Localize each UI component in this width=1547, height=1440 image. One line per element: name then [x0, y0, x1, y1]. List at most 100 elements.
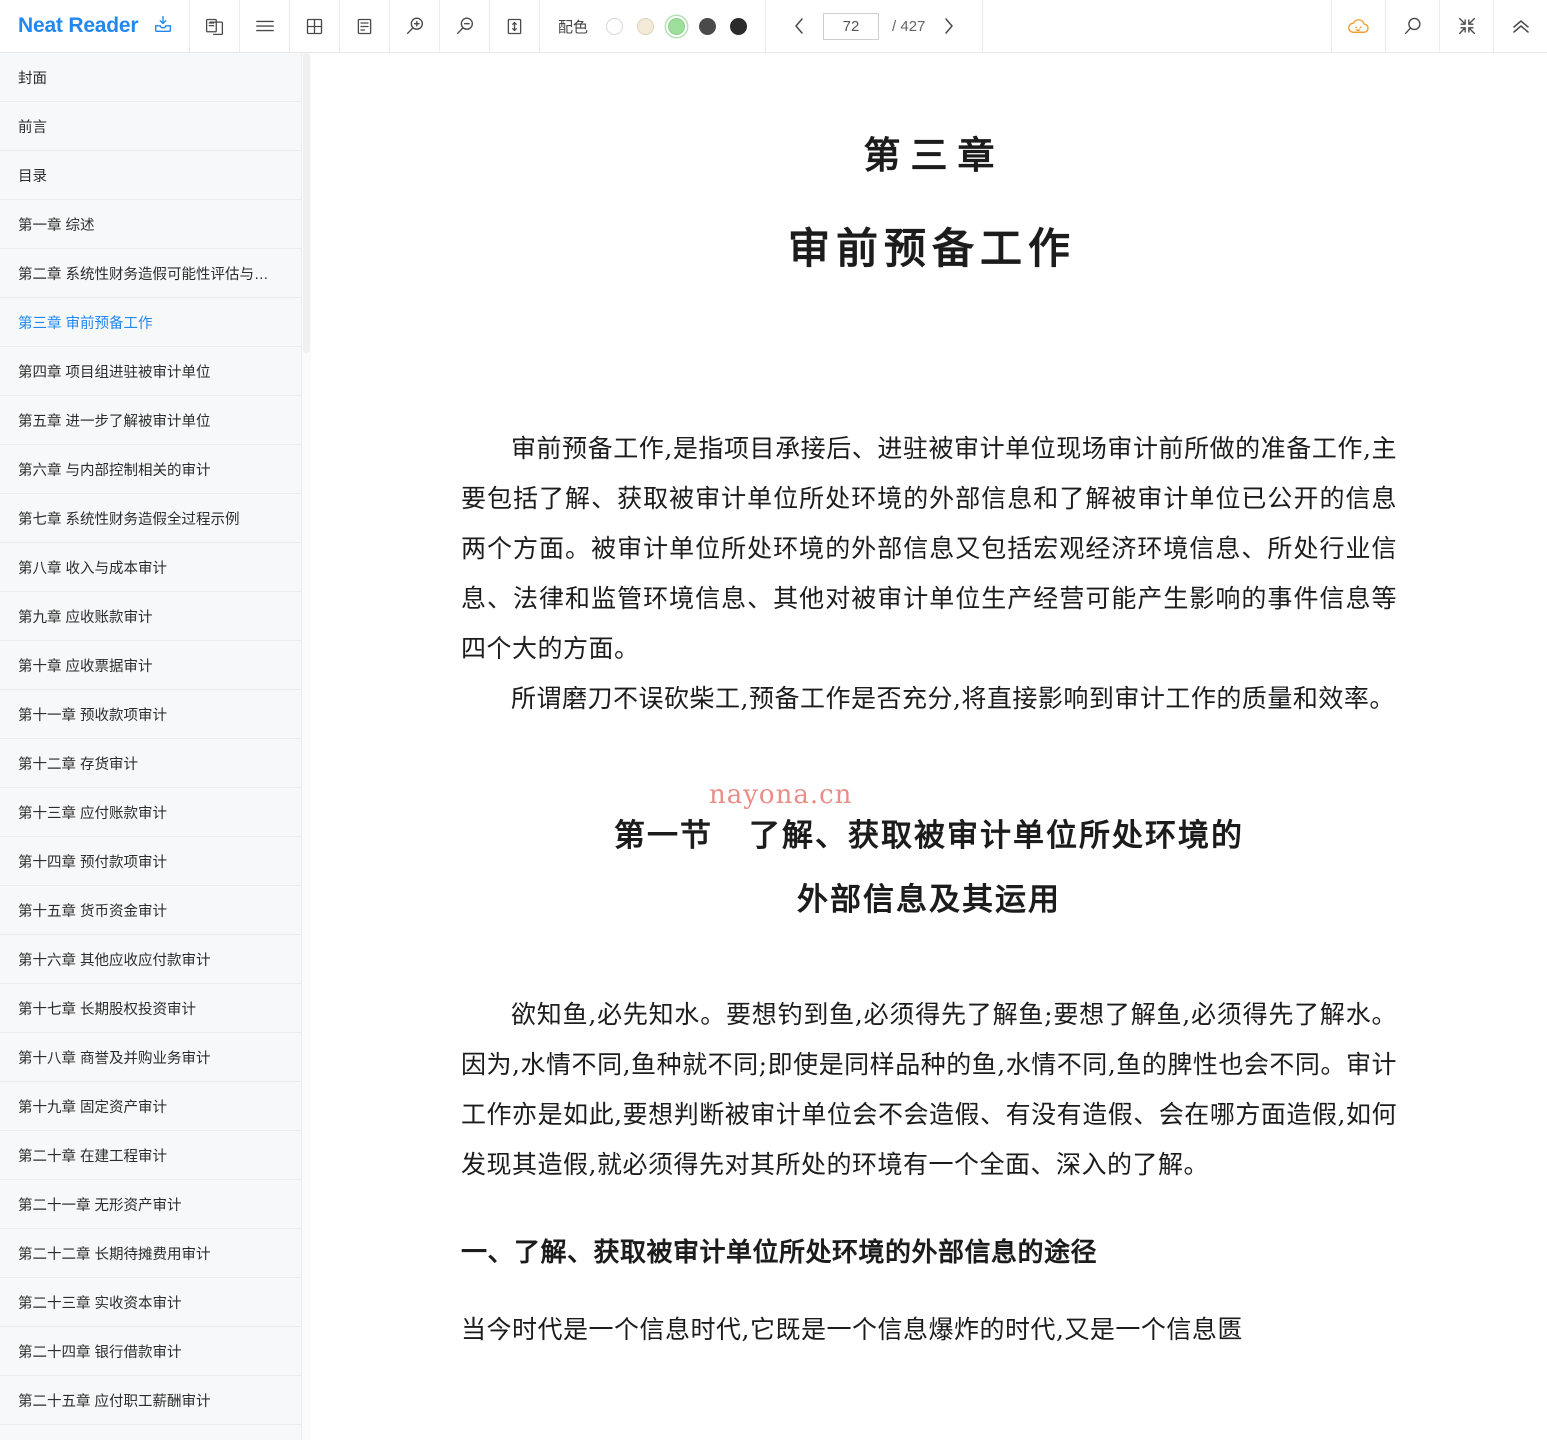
toc-list: 封面 前言 目录 第一章 综述 第二章 系统性财务造假可能性评估与… 第三章 审… — [0, 53, 301, 1425]
toc-label: 目录 — [18, 168, 47, 185]
toc-item-27[interactable]: 第二十五章 应付职工薪酬审计 — [0, 1376, 301, 1425]
page-navigation: / 427 — [766, 0, 984, 52]
toc-item-6[interactable]: 第四章 项目组进驻被审计单位 — [0, 347, 301, 396]
top-toolbar: Neat Reader 配色 72 / 427 — [0, 0, 1547, 53]
toolbar-right-group — [1331, 0, 1547, 52]
section-number: 第一节 — [614, 818, 713, 854]
toc-label: 第二十五章 应付职工薪酬审计 — [18, 1393, 211, 1410]
toc-label: 第三章 审前预备工作 — [18, 315, 153, 332]
toc-label: 第六章 与内部控制相关的审计 — [18, 462, 211, 479]
paragraph-3: 欲知鱼,必先知水。要想钓到鱼,必须得先了解鱼;要想了解鱼,必须得先了解水。因为,… — [461, 1000, 1397, 1179]
toc-label: 第五章 进一步了解被审计单位 — [18, 413, 211, 430]
section-title-line2: 外部信息及其运用 — [797, 882, 1061, 918]
toc-item-19[interactable]: 第十七章 长期股权投资审计 — [0, 984, 301, 1033]
toc-item-4[interactable]: 第二章 系统性财务造假可能性评估与… — [0, 249, 301, 298]
next-page-button[interactable] — [938, 13, 960, 39]
zoom-in-icon[interactable] — [390, 0, 440, 52]
sidebar-scrollbar-thumb[interactable] — [303, 53, 310, 353]
toc-item-23[interactable]: 第二十一章 无形资产审计 — [0, 1180, 301, 1229]
toc-label: 第二章 系统性财务造假可能性评估与… — [18, 266, 269, 283]
toc-sidebar[interactable]: 封面 前言 目录 第一章 综述 第二章 系统性财务造假可能性评估与… 第三章 审… — [0, 53, 302, 1440]
toc-label: 封面 — [18, 70, 47, 87]
toc-item-22[interactable]: 第二十章 在建工程审计 — [0, 1131, 301, 1180]
toc-item-16[interactable]: 第十四章 预付款项审计 — [0, 837, 301, 886]
search-icon[interactable] — [1385, 0, 1439, 52]
color-swatch-white[interactable] — [606, 17, 624, 35]
toc-item-20[interactable]: 第十八章 商誉及并购业务审计 — [0, 1033, 301, 1082]
toc-item-3[interactable]: 第一章 综述 — [0, 200, 301, 249]
toc-item-17[interactable]: 第十五章 货币资金审计 — [0, 886, 301, 935]
book-page: 第三章 审前预备工作 审前预备工作,是指项目承接后、进驻被审计单位现场审计前所做… — [311, 125, 1547, 1355]
toc-item-13[interactable]: 第十一章 预收款项审计 — [0, 690, 301, 739]
chapter-title: 审前预备工作 — [787, 224, 1076, 273]
toc-item-8[interactable]: 第六章 与内部控制相关的审计 — [0, 445, 301, 494]
color-scheme-selector: 配色 — [540, 0, 767, 52]
toc-label: 第十章 应收票据审计 — [18, 658, 153, 675]
toc-item-15[interactable]: 第十三章 应付账款审计 — [0, 788, 301, 837]
chapter-number: 第三章 — [863, 133, 1005, 177]
toc-label: 第十二章 存货审计 — [18, 756, 139, 773]
subsection-title: 一、了解、获取被审计单位所处环境的外部信息的途径 — [461, 1238, 1098, 1268]
sidebar-scrollbar[interactable] — [302, 53, 311, 1440]
paragraph-4: 当今时代是一个信息时代,它既是一个信息爆炸的时代,又是一个信息匮 — [461, 1315, 1243, 1344]
color-swatch-black[interactable] — [730, 17, 748, 35]
color-swatch-dark-gray[interactable] — [699, 17, 717, 35]
text-layout-icon[interactable] — [340, 0, 390, 52]
color-swatch-green[interactable] — [668, 17, 686, 35]
toc-label: 第二十三章 实收资本审计 — [18, 1295, 182, 1312]
grid-view-icon[interactable] — [290, 0, 340, 52]
reader-content-area[interactable]: 第三章 审前预备工作 审前预备工作,是指项目承接后、进驻被审计单位现场审计前所做… — [311, 53, 1547, 1440]
hamburger-menu-icon[interactable] — [240, 0, 290, 52]
toc-label: 第四章 项目组进驻被审计单位 — [18, 364, 211, 381]
download-inbox-icon[interactable] — [152, 13, 174, 40]
page-total-label: / 427 — [892, 17, 926, 35]
toc-label: 前言 — [18, 119, 47, 136]
toc-label: 第七章 系统性财务造假全过程示例 — [18, 511, 240, 528]
color-scheme-label: 配色 — [558, 18, 589, 36]
toc-item-1[interactable]: 前言 — [0, 102, 301, 151]
toc-label: 第二十二章 长期待摊费用审计 — [18, 1246, 211, 1263]
toc-label: 第八章 收入与成本审计 — [18, 560, 168, 577]
section-title: 第一节 了解、获取被审计单位所处环境的 外部信息及其运用 — [461, 804, 1397, 932]
toc-label: 第十六章 其他应收应付款审计 — [18, 952, 211, 969]
toc-item-7[interactable]: 第五章 进一步了解被审计单位 — [0, 396, 301, 445]
toc-item-24[interactable]: 第二十二章 长期待摊费用审计 — [0, 1229, 301, 1278]
app-title: Neat Reader — [18, 14, 139, 37]
toc-item-5-active[interactable]: 第三章 审前预备工作 — [0, 298, 301, 347]
paragraph-1: 审前预备工作,是指项目承接后、进驻被审计单位现场审计前所做的准备工作,主要包括了… — [461, 434, 1397, 663]
toc-label: 第十八章 商誉及并购业务审计 — [18, 1050, 211, 1067]
toc-item-21[interactable]: 第十九章 固定资产审计 — [0, 1082, 301, 1131]
toc-item-2[interactable]: 目录 — [0, 151, 301, 200]
toc-label: 第二十章 在建工程审计 — [18, 1148, 168, 1165]
toc-item-26[interactable]: 第二十四章 银行借款审计 — [0, 1327, 301, 1376]
line-height-icon[interactable] — [490, 0, 540, 52]
zoom-out-icon[interactable] — [440, 0, 490, 52]
toc-label: 第十三章 应付账款审计 — [18, 805, 168, 822]
toc-label: 第十五章 货币资金审计 — [18, 903, 168, 920]
toc-label: 第十九章 固定资产审计 — [18, 1099, 168, 1116]
toc-label: 第九章 应收账款审计 — [18, 609, 153, 626]
toc-item-25[interactable]: 第二十三章 实收资本审计 — [0, 1278, 301, 1327]
toc-item-18[interactable]: 第十六章 其他应收应付款审计 — [0, 935, 301, 984]
color-swatch-sepia[interactable] — [637, 17, 655, 35]
cloud-sync-icon[interactable] — [1331, 0, 1385, 52]
toc-label: 第十一章 预收款项审计 — [18, 707, 168, 724]
toc-label: 第二十一章 无形资产审计 — [18, 1197, 182, 1214]
toc-item-11[interactable]: 第九章 应收账款审计 — [0, 592, 301, 641]
collapse-fullscreen-icon[interactable] — [1439, 0, 1493, 52]
toc-item-14[interactable]: 第十二章 存货审计 — [0, 739, 301, 788]
app-brand: Neat Reader — [0, 0, 190, 52]
paragraph-2: 所谓磨刀不误砍柴工,预备工作是否充分,将直接影响到审计工作的质量和效率。 — [511, 684, 1395, 713]
toc-item-10[interactable]: 第八章 收入与成本审计 — [0, 543, 301, 592]
toc-item-0[interactable]: 封面 — [0, 53, 301, 102]
prev-page-button[interactable] — [788, 13, 810, 39]
two-page-view-icon[interactable] — [190, 0, 240, 52]
toc-item-12[interactable]: 第十章 应收票据审计 — [0, 641, 301, 690]
chevron-double-up-icon[interactable] — [1493, 0, 1547, 52]
toc-item-9[interactable]: 第七章 系统性财务造假全过程示例 — [0, 494, 301, 543]
toc-label: 第十四章 预付款项审计 — [18, 854, 168, 871]
toc-label: 第一章 综述 — [18, 217, 95, 234]
toc-label: 第十七章 长期股权投资审计 — [18, 1001, 197, 1018]
page-number-input[interactable] — [823, 12, 880, 40]
section-title-line1: 了解、获取被审计单位所处环境的 — [749, 818, 1244, 854]
